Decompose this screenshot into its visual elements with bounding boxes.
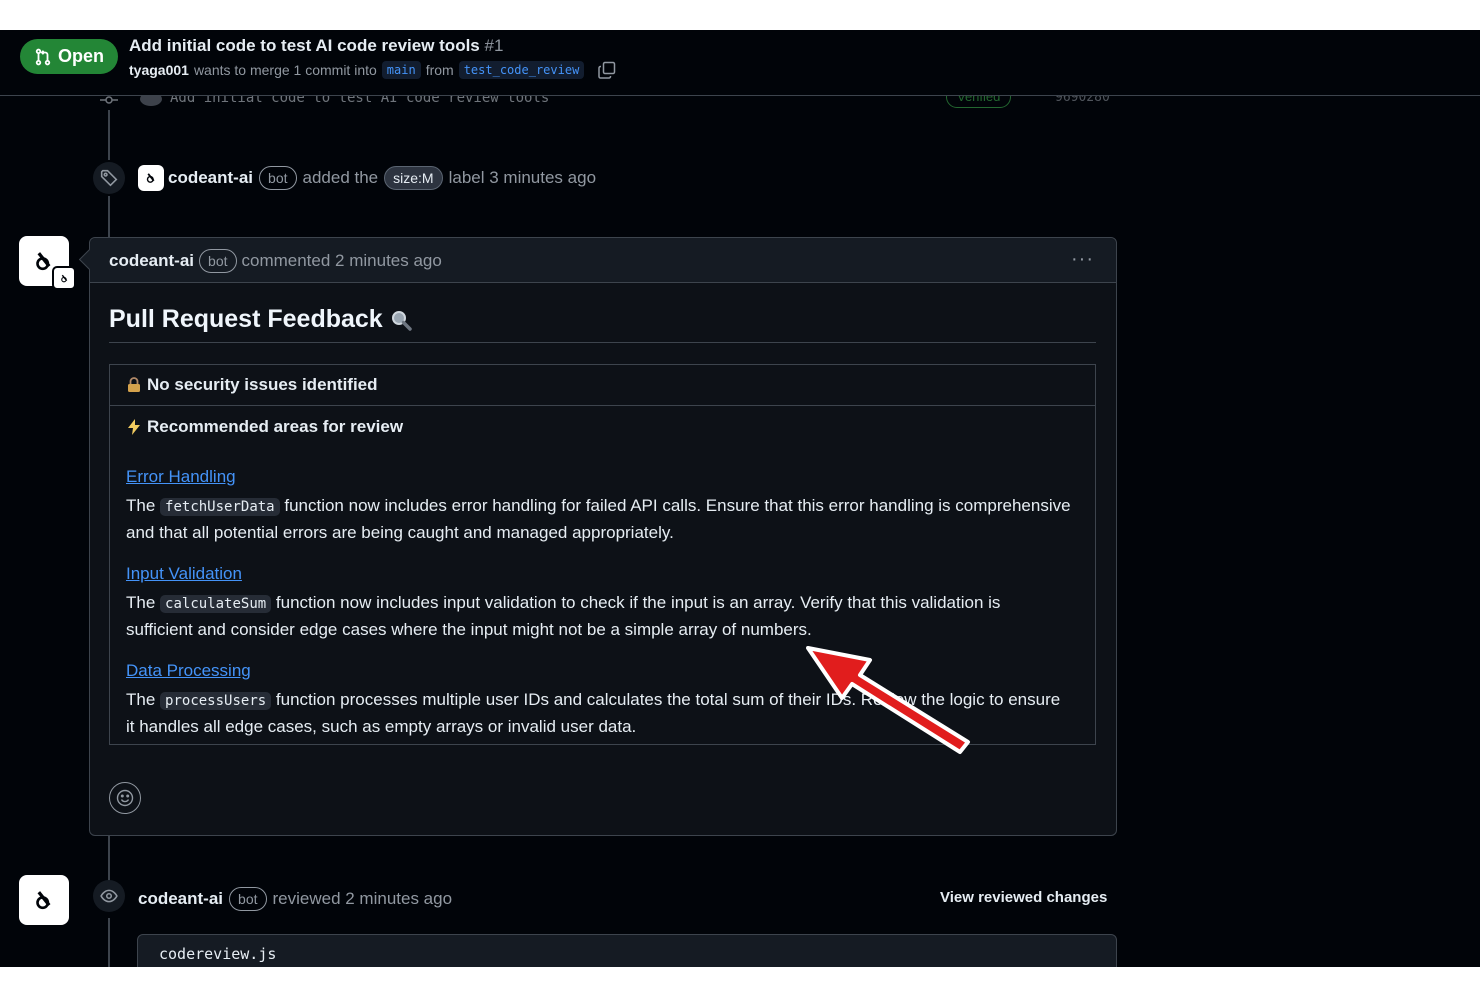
area-text: The <box>126 690 156 709</box>
pr-number: #1 <box>484 36 504 55</box>
review-user-link[interactable]: codeant-ai <box>138 889 223 909</box>
bot-badge: bot <box>199 249 237 273</box>
event-suffix: label 3 minutes ago <box>448 168 597 187</box>
bot-badge: bot <box>259 166 297 190</box>
bot-avatar-small[interactable] <box>138 165 164 191</box>
event-action: added the <box>302 168 379 187</box>
inline-code: fetchUserData <box>160 498 280 516</box>
event-user-link[interactable]: codeant-ai <box>168 168 253 188</box>
smiley-icon <box>116 789 134 807</box>
comment-author-line: codeant-ai bot commented 2 minutes ago <box>109 249 442 273</box>
pr-title-text: Add initial code to test AI code review … <box>129 36 480 55</box>
area-description: The fetchUserData function now includes … <box>126 493 1071 546</box>
heading-divider <box>109 342 1096 343</box>
security-row: No security issues identified <box>110 365 1095 406</box>
feedback-heading: Pull Request Feedback <box>109 305 413 334</box>
sticky-pr-header: Open Add initial code to test AI code re… <box>0 30 1480 96</box>
timeline-line <box>108 110 110 160</box>
git-pull-request-icon <box>35 48 51 65</box>
label-event-text: codeant-ai bot added the size:M label 3 … <box>168 166 596 190</box>
label-event-badge <box>93 162 125 194</box>
recommended-text: Recommended areas for review <box>147 417 404 436</box>
copy-icon[interactable] <box>597 60 617 80</box>
kebab-menu-icon[interactable]: ··· <box>1071 248 1094 271</box>
pr-subtitle: tyaga001 wants to merge 1 commit into ma… <box>129 60 617 80</box>
lightning-icon <box>128 419 140 435</box>
area-text: The <box>126 496 156 515</box>
timeline-line <box>108 196 110 238</box>
tag-icon <box>100 169 118 187</box>
inline-code: processUsers <box>160 692 272 710</box>
review-file-card: codereview.js <box>137 934 1117 967</box>
review-file-name[interactable]: codereview.js <box>159 945 276 963</box>
merge-text: wants to merge 1 commit into <box>193 62 377 78</box>
comment-author-link[interactable]: codeant-ai <box>109 251 194 271</box>
timeline-line <box>108 835 110 885</box>
pr-page: Open Add initial code to test AI code re… <box>0 30 1480 967</box>
size-label[interactable]: size:M <box>384 166 443 190</box>
timeline-line <box>108 918 110 967</box>
head-branch[interactable]: test_code_review <box>458 61 585 79</box>
pr-author-link[interactable]: tyaga001 <box>129 62 189 78</box>
security-text: No security issues identified <box>147 375 378 394</box>
status-badge-open: Open <box>20 39 118 74</box>
bot-avatar-icon <box>146 173 155 183</box>
comment-meta[interactable]: commented 2 minutes ago <box>242 251 442 271</box>
area-link[interactable]: Data Processing <box>126 661 251 681</box>
comment-header: codeant-ai bot commented 2 minutes ago ·… <box>90 238 1116 283</box>
status-text: Open <box>57 46 104 66</box>
review-author-avatar[interactable] <box>19 875 69 925</box>
annotation-arrow <box>806 646 970 754</box>
bot-avatar-icon <box>36 891 51 910</box>
add-reaction-button[interactable] <box>109 782 141 814</box>
lock-icon <box>128 377 140 392</box>
recommended-heading: Recommended areas for review <box>127 417 403 437</box>
eye-icon <box>100 889 118 903</box>
review-area-error-handling: Error Handling The fetchUserData functio… <box>126 467 1071 546</box>
pr-title: Add initial code to test AI code review … <box>129 36 503 56</box>
area-link[interactable]: Error Handling <box>126 467 236 487</box>
inline-code: calculateSum <box>160 595 272 613</box>
from-text: from <box>425 62 454 78</box>
review-event-text: codeant-ai bot reviewed 2 minutes ago <box>138 887 452 911</box>
area-link[interactable]: Input Validation <box>126 564 242 584</box>
feedback-heading-text: Pull Request Feedback <box>109 305 383 333</box>
review-meta[interactable]: reviewed 2 minutes ago <box>273 889 453 909</box>
base-branch[interactable]: main <box>381 61 421 79</box>
bot-badge: bot <box>229 887 267 911</box>
bot-sub-avatar <box>52 266 76 290</box>
bot-avatar-icon <box>60 274 67 282</box>
view-reviewed-changes-button[interactable]: View reviewed changes <box>940 889 1107 906</box>
area-text: The <box>126 593 156 612</box>
magnifier-icon <box>391 310 412 331</box>
review-event-badge <box>93 880 125 912</box>
